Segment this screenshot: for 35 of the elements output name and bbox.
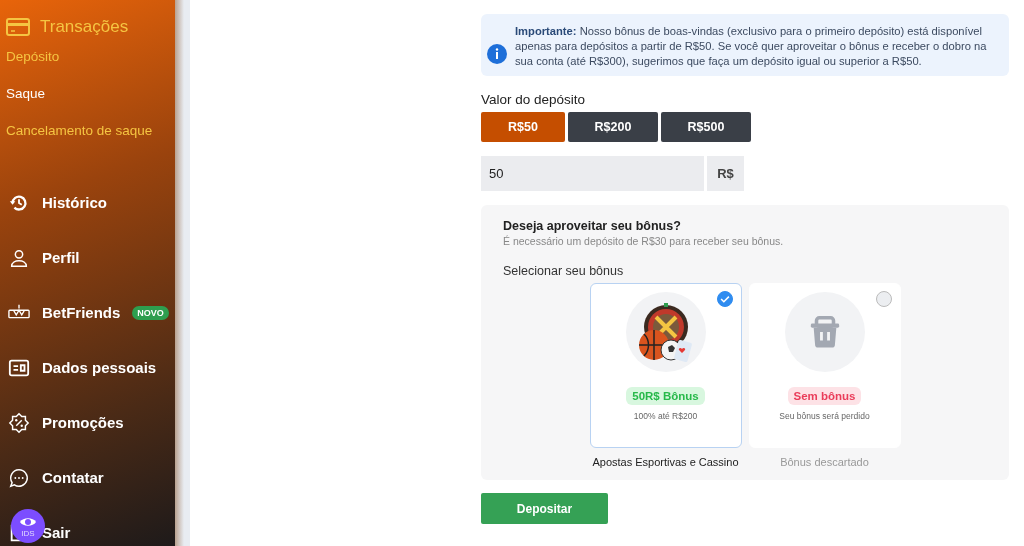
info-icon [487,44,507,64]
panel-title: Deseja aproveitar seu bônus? [503,219,682,233]
info-text: Importante: Nosso bônus de boas-vindas (exclusivo para o primeiro depósito) está disponível apenas para depósitos a partir de R$50. Se você quer aproveitar o bônus e receber o dobro na sua conta (até R$300), sugerimos que faça um depósito igual ou superior a R$50. [515,24,988,69]
panel-subtitle: É necessário um depósito de R$30 para receber seu bônus. [503,235,785,247]
amount-button[interactable]: R$50 [481,112,565,142]
menu-item[interactable]: Sair [42,524,71,541]
sidebar-link[interactable]: Cancelamento de saque [6,112,175,149]
bonus-caption: Apostas Esportivas e Cassino [592,456,739,468]
amount-button[interactable]: R$200 [568,112,658,142]
menu-item[interactable]: Contatar [42,469,104,486]
bonus-tag: 50R$ Bônus [626,387,705,405]
percent-badge-icon [8,411,30,434]
bonus-tag: Sem bônus [787,387,862,405]
bonus-card[interactable]: 50R$ Bônus 100% até R$200 [589,283,742,448]
menu-item[interactable]: Perfil [42,249,80,266]
currency-label: R$ [707,156,744,191]
amount-button[interactable]: R$500 [661,112,751,142]
bonus-description: 100% até R$200 [633,411,698,421]
menu-item[interactable]: Dados pessoais [42,359,157,376]
card-icon [6,15,30,39]
new-badge: NOVO [132,305,169,320]
bonus-caption: Bônus descartado [780,456,869,468]
select-label: Selecionar seu bônus [503,264,625,278]
bonus-description: Seu bônus será perdido [779,411,870,421]
section-label: Valor do depósito [481,92,587,107]
chat-icon [8,466,30,489]
bonus-card[interactable]: Sem bônus Seu bônus será perdido [748,283,901,448]
amount-field[interactable]: 50 [481,156,704,191]
button-label: IDS [21,530,35,538]
menu-item[interactable]: Promoções [42,414,124,431]
check-icon[interactable] [716,291,733,307]
menu-item[interactable]: Histórico [42,194,107,211]
menu-item[interactable]: BetFriends [42,304,121,321]
radio-circle[interactable] [875,291,892,307]
sidebar-link[interactable]: Saque [6,75,175,112]
